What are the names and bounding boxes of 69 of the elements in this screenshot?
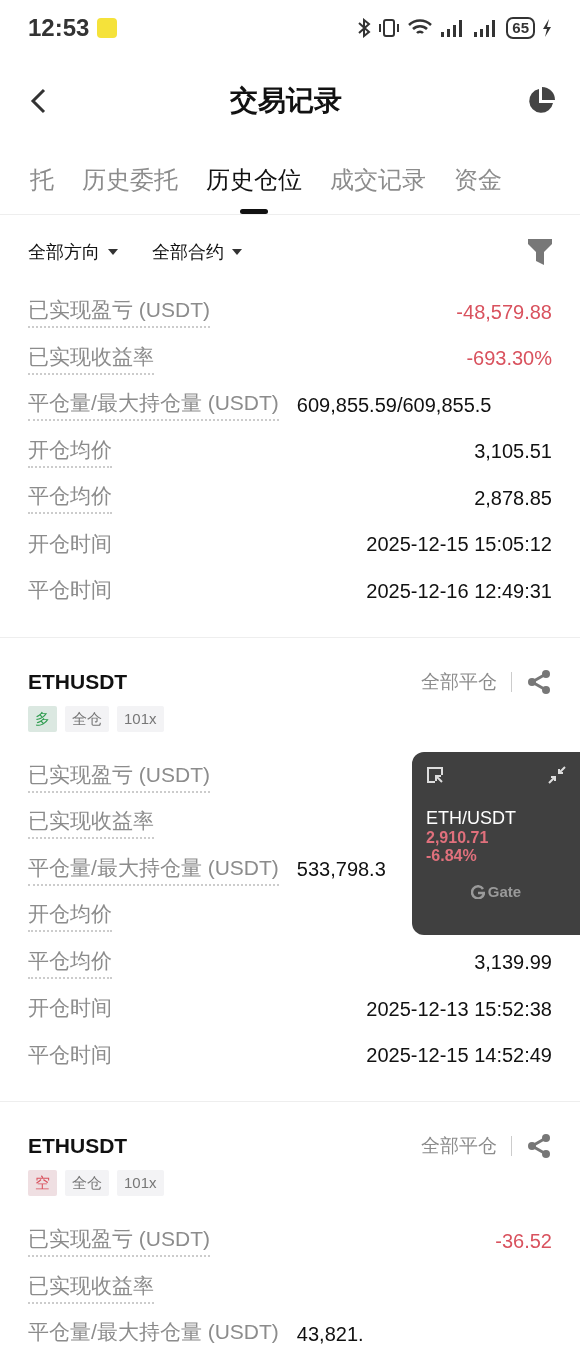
brand-name: Gate bbox=[487, 883, 522, 900]
field-label[interactable]: 平仓量/最大持仓量 (USDT) bbox=[28, 1318, 279, 1345]
field-value: 3,139.99 bbox=[474, 951, 552, 975]
field-label: 平仓时间 bbox=[28, 577, 112, 604]
page-title: 交易记录 bbox=[229, 84, 343, 118]
field-value: -693.30% bbox=[466, 347, 552, 371]
filter-dropdown[interactable]: 全部合约 bbox=[152, 240, 242, 264]
pair-name: ETH/USDT bbox=[426, 808, 517, 829]
field-label[interactable]: 平仓量/最大持仓量 (USDT) bbox=[28, 853, 279, 886]
field-value: 533,798.3 bbox=[296, 858, 386, 882]
symbol-name: ETHUSDT bbox=[28, 669, 128, 694]
field-value: 2,878.85 bbox=[474, 486, 552, 510]
field-label: 开仓时间 bbox=[28, 530, 112, 557]
clock: 12:53 bbox=[28, 14, 90, 42]
return-icon[interactable] bbox=[426, 766, 444, 784]
back-icon[interactable] bbox=[30, 88, 46, 114]
bluetooth-icon bbox=[357, 18, 372, 38]
field-label[interactable]: 已实现盈亏 (USDT) bbox=[28, 1225, 210, 1258]
caret-icon bbox=[108, 249, 118, 255]
field-label[interactable]: 已实现收益率 bbox=[28, 1271, 154, 1304]
price-change: -6.84% bbox=[426, 847, 478, 865]
tag: 全仓 bbox=[65, 705, 109, 732]
side-tag: 空 bbox=[28, 1170, 57, 1196]
side-tag: 多 bbox=[28, 705, 57, 732]
caret-icon bbox=[232, 249, 242, 255]
price: 2,910.71 bbox=[426, 829, 490, 847]
field-value: 43,821. bbox=[296, 1322, 364, 1345]
tab[interactable]: 历史委托 bbox=[82, 146, 178, 214]
tag: 全仓 bbox=[65, 1170, 109, 1196]
pie-chart-icon[interactable] bbox=[526, 86, 556, 116]
field-label[interactable]: 平仓均价 bbox=[28, 482, 112, 515]
close-all-button[interactable]: 全部平仓 bbox=[421, 668, 497, 695]
ticker-widget[interactable]: ETH/USDT 2,910.71 -6.84% Gate bbox=[412, 752, 580, 935]
vibrate-icon bbox=[378, 18, 401, 38]
field-label: 平仓时间 bbox=[28, 1041, 112, 1068]
field-label[interactable]: 开仓均价 bbox=[28, 900, 112, 933]
symbol-name: ETHUSDT bbox=[28, 1134, 128, 1158]
field-label: 开仓时间 bbox=[28, 995, 112, 1022]
field-value: 2025-12-16 12:49:31 bbox=[366, 579, 552, 603]
collapse-icon[interactable] bbox=[548, 766, 566, 784]
charging-icon bbox=[542, 18, 552, 38]
share-icon[interactable] bbox=[526, 668, 552, 695]
field-value: 609,855.59/609,855.5 bbox=[296, 393, 492, 417]
close-all-button[interactable]: 全部平仓 bbox=[421, 1133, 497, 1159]
field-value: -36.52 bbox=[495, 1229, 552, 1253]
field-label[interactable]: 平仓量/最大持仓量 (USDT) bbox=[28, 389, 279, 422]
tab[interactable]: 资金 bbox=[454, 146, 502, 214]
field-label[interactable]: 开仓均价 bbox=[28, 435, 112, 468]
field-value: 2025-12-13 15:52:38 bbox=[366, 997, 552, 1021]
logo-icon bbox=[470, 884, 485, 899]
field-value: 3,105.51 bbox=[474, 440, 552, 464]
tab[interactable]: 托 bbox=[30, 146, 54, 214]
field-label[interactable]: 已实现盈亏 (USDT) bbox=[28, 760, 210, 793]
filter-dropdown[interactable]: 全部方向 bbox=[28, 240, 118, 264]
field-label[interactable]: 已实现收益率 bbox=[28, 807, 154, 840]
field-value: 2025-12-15 15:05:12 bbox=[366, 533, 552, 557]
tag: 101x bbox=[117, 1170, 164, 1196]
filter-icon[interactable] bbox=[528, 239, 552, 265]
field-value: -48,579.88 bbox=[456, 300, 552, 324]
battery-level: 65 bbox=[506, 17, 535, 39]
tab[interactable]: 成交记录 bbox=[330, 146, 426, 214]
field-label[interactable]: 已实现收益率 bbox=[28, 342, 154, 375]
field-value: 2025-12-15 14:52:49 bbox=[366, 1044, 552, 1068]
field-label[interactable]: 已实现盈亏 (USDT) bbox=[28, 296, 210, 329]
app-icon bbox=[97, 18, 118, 38]
tab[interactable]: 历史仓位 bbox=[206, 146, 302, 214]
tag: 101x bbox=[117, 705, 164, 732]
field-label[interactable]: 平仓均价 bbox=[28, 946, 112, 979]
share-icon[interactable] bbox=[526, 1133, 552, 1159]
